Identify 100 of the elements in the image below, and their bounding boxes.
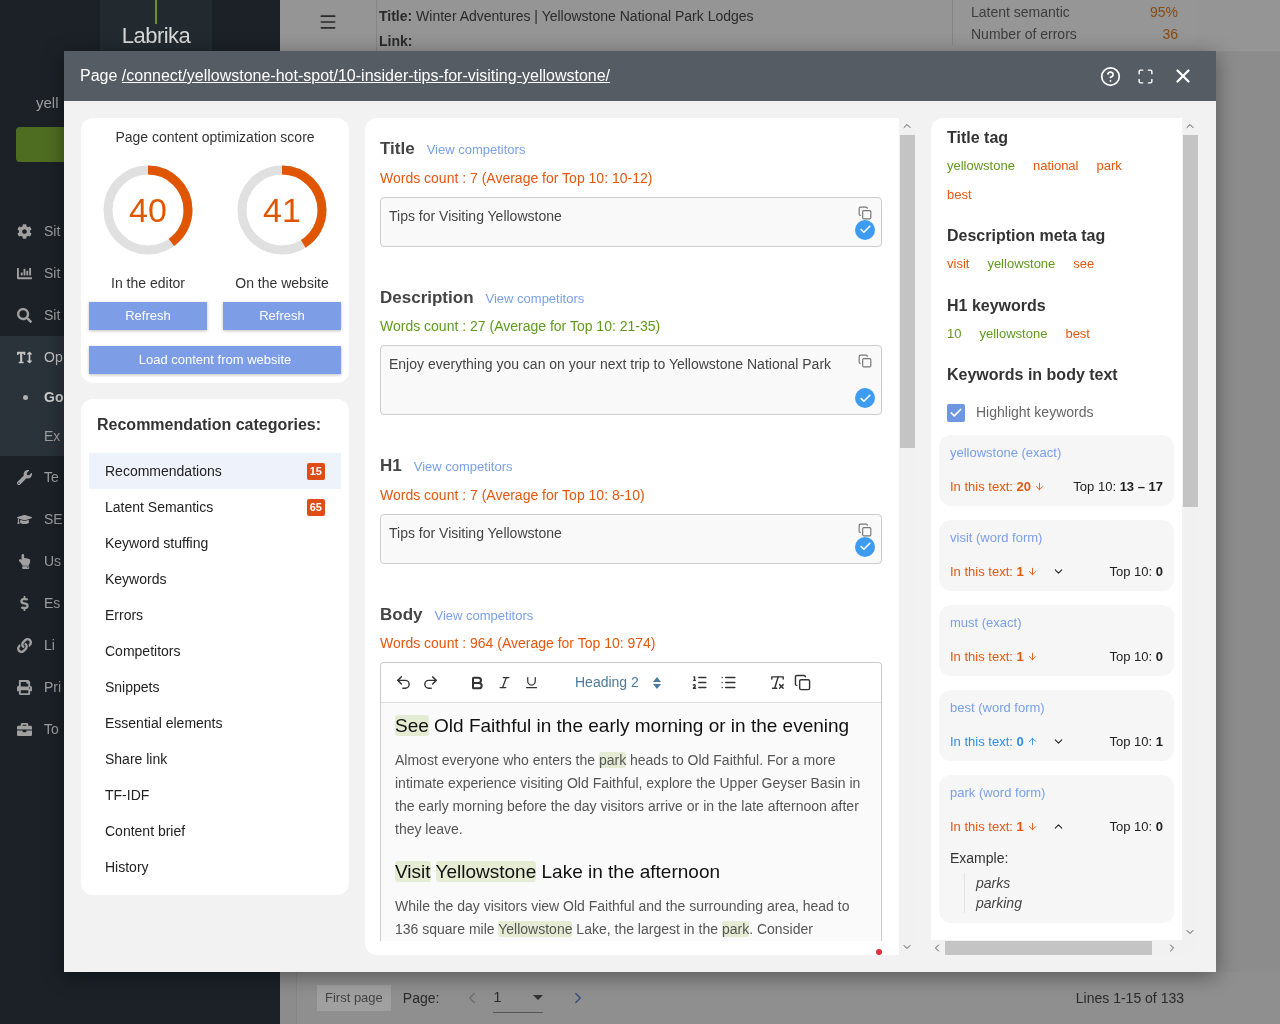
fullscreen-icon[interactable] xyxy=(1137,67,1154,85)
sidebar-item[interactable]: Sit xyxy=(44,304,61,326)
top-ten-range: Top 10: 0 xyxy=(1109,647,1163,666)
printer-icon xyxy=(17,679,32,695)
keyword-tag: yellowstone xyxy=(987,254,1056,274)
category-item[interactable]: Snippets xyxy=(89,669,341,705)
category-item[interactable]: Errors xyxy=(89,597,341,633)
page-url-link[interactable]: /connect/yellowstone-hot-spot/10-insider-tips-for-visiting-yellowstone/ xyxy=(121,67,611,84)
highlight-checkbox[interactable] xyxy=(947,403,965,422)
page-title-text: Title: Winter Adventures | Yellowstone National Park Lodges xyxy=(379,7,754,26)
score-value: 40 xyxy=(129,193,167,227)
dialog-title: Page /connect/yellowstone-hot-spot/10-insider-tips-for-visiting-yellowstone/ xyxy=(80,66,611,86)
in-text-count: In this text: 20 xyxy=(950,477,1031,496)
category-item[interactable]: Share link xyxy=(89,741,341,777)
text-editor[interactable] xyxy=(380,662,882,941)
sidebar-item[interactable]: Op xyxy=(44,346,63,368)
sidebar-subitem[interactable]: Go xyxy=(44,387,64,408)
text-field[interactable]: Tips for Visiting Yellowstone xyxy=(380,196,882,247)
keyword-tag: yellowstone xyxy=(947,156,1015,176)
top-ten-range: Top 10: 0 xyxy=(1109,562,1163,581)
keyword-tag: national xyxy=(1032,156,1079,176)
numbered-list-icon[interactable] xyxy=(690,674,708,691)
score-value: 41 xyxy=(263,193,301,227)
words-count: Words count : 27 (Average for Top 10: 21-35) xyxy=(380,317,662,336)
chart-icon xyxy=(17,265,32,281)
category-item[interactable]: Content brief xyxy=(89,813,341,849)
score-title: Page content optimization score xyxy=(115,128,315,147)
bullet-list-icon[interactable] xyxy=(719,674,737,691)
field-value: Tips for Visiting Yellowstone xyxy=(389,523,563,543)
text-field[interactable]: Enjoy everything you can on your next trip to Yellowstone National Park xyxy=(380,345,882,415)
briefcase-icon xyxy=(17,721,32,737)
keyword-tag: visit xyxy=(947,254,970,274)
top-ten-range: Top 10: 13 – 17 xyxy=(1073,477,1163,496)
content-heading: Visit Yellowstone Lake in the afternoon xyxy=(395,860,722,884)
italic-icon[interactable] xyxy=(497,675,512,690)
sidebar-item[interactable]: Es xyxy=(44,592,61,614)
text-field[interactable]: Tips for Visiting Yellowstone xyxy=(380,513,882,564)
keyword-name: park (word form) xyxy=(950,784,1047,802)
category-item[interactable]: Competitors xyxy=(89,633,341,669)
in-text-count: In this text: 1 xyxy=(950,817,1024,836)
menu-icon[interactable] xyxy=(318,12,338,32)
sidebar-item[interactable]: Li xyxy=(44,634,55,656)
in-text-count: In this text: 1 xyxy=(950,647,1024,666)
example-word: parks xyxy=(976,874,1012,893)
section-title: Description xyxy=(380,286,474,309)
score-label: In the editor xyxy=(111,274,185,293)
heading-select[interactable]: Heading 2 xyxy=(575,672,661,693)
count-badge: 15 xyxy=(306,462,325,480)
first-page-button[interactable]: First page xyxy=(317,985,391,1011)
keyword-tag: yellowstone xyxy=(979,323,1048,343)
stat-value: 95% xyxy=(1149,2,1178,22)
up-down-icon xyxy=(652,676,661,689)
category-item[interactable]: TF-IDF xyxy=(89,777,341,813)
sidebar-item[interactable]: To xyxy=(44,718,59,740)
category-item[interactable]: Recommendations 15 xyxy=(89,453,341,489)
sidebar-item[interactable]: SE xyxy=(44,508,63,530)
keyword-tag: park xyxy=(1096,156,1122,176)
keyword-tag: best xyxy=(1065,323,1090,343)
top-ten-range: Top 10: 0 xyxy=(1109,817,1163,836)
category-item[interactable]: Keyword stuffing xyxy=(89,525,341,561)
words-count: Words count : 7 (Average for Top 10: 8-10) xyxy=(380,485,646,505)
keyword-group-title: Title tag xyxy=(947,128,1010,148)
bullet-icon xyxy=(22,395,28,400)
redo-icon[interactable] xyxy=(422,674,439,691)
stat-label: Latent semantic xyxy=(971,2,1070,22)
category-item[interactable]: Keywords xyxy=(89,561,341,597)
keyword-tag: see xyxy=(1073,254,1095,274)
category-item[interactable]: History xyxy=(89,849,341,885)
in-text-count: In this text: 0 xyxy=(950,732,1024,751)
sidebar-item[interactable]: Pri xyxy=(44,676,62,698)
project-name: yell xyxy=(36,93,60,113)
keyword-name: visit (word form) xyxy=(950,529,1044,547)
page-select[interactable]: 1 xyxy=(493,983,544,1013)
bold-icon[interactable] xyxy=(469,674,485,691)
category-item[interactable]: Latent Semantics 65 xyxy=(89,489,341,525)
sidebar-subitem[interactable]: Ex xyxy=(44,426,61,447)
page-label: Page: xyxy=(402,988,440,1008)
stat-value: 36 xyxy=(1162,24,1178,44)
category-item[interactable]: Essential elements xyxy=(89,705,341,741)
score-label: On the website xyxy=(235,274,329,293)
help-icon[interactable] xyxy=(1100,65,1121,87)
copy-icon[interactable] xyxy=(793,674,811,691)
caret-icon xyxy=(533,995,544,1000)
example-word: parking xyxy=(976,894,1023,913)
sidebar-item[interactable]: Sit xyxy=(44,220,61,242)
underline-icon[interactable] xyxy=(524,675,539,690)
clear-formatting-icon[interactable] xyxy=(768,674,786,691)
link-icon xyxy=(17,637,32,653)
in-text-count: In this text: 1 xyxy=(950,562,1024,581)
keyword-name: must (exact) xyxy=(950,614,1023,632)
undo-icon[interactable] xyxy=(395,674,412,691)
section-title: Title xyxy=(380,138,415,160)
section-title: Body xyxy=(380,603,423,626)
stat-label: Number of errors xyxy=(971,24,1077,44)
sidebar-item[interactable]: Te xyxy=(44,466,59,488)
sidebar-item[interactable]: Us xyxy=(44,550,62,572)
example-label: Example: xyxy=(950,849,1010,868)
lines-count: Lines 1-15 of 133 xyxy=(1075,988,1184,1008)
keyword-name: yellowstone (exact) xyxy=(950,444,1063,462)
sidebar-item[interactable]: Sit xyxy=(44,262,61,284)
